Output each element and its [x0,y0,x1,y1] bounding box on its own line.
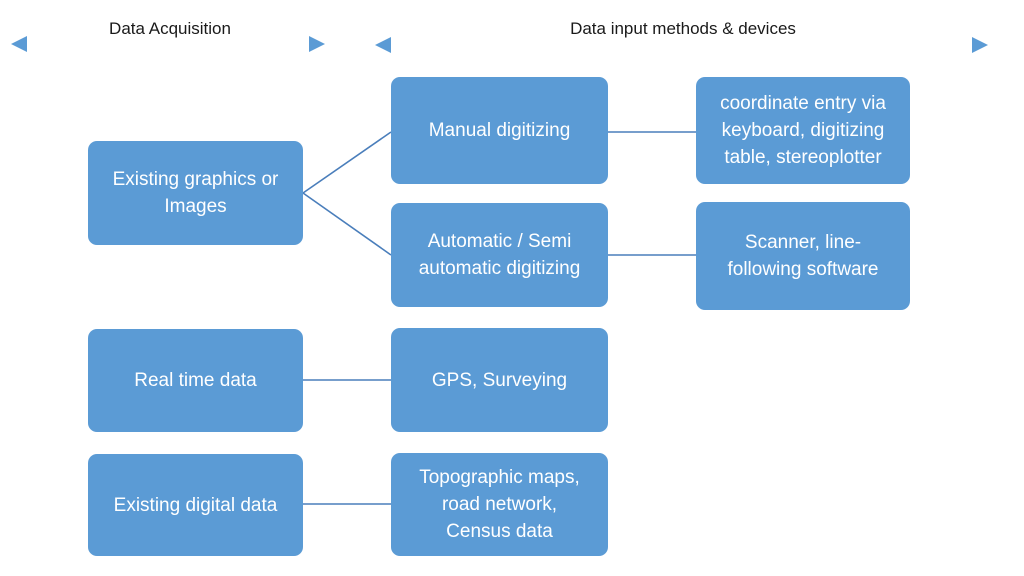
node-coordinate-entry[interactable]: coordinate entry via keyboard, digitizin… [696,77,910,184]
node-manual-digitizing[interactable]: Manual digitizing [391,77,608,184]
node-existing-digital-data[interactable]: Existing digital data [88,454,303,556]
node-real-time-data[interactable]: Real time data [88,329,303,432]
node-label-scanner-line-following-software: Scanner, line- following software [727,232,879,280]
node-scanner-line-following-software[interactable]: Scanner, line- following software [696,202,910,310]
node-label-topographic-maps: Topographic maps, road network, Census d… [419,467,580,542]
node-topographic-maps[interactable]: Topographic maps, road network, Census d… [391,453,608,556]
node-label-coordinate-entry: coordinate entry via keyboard, digitizin… [720,93,886,168]
node-label-existing-graphics-or-images: Existing graphics or Images [112,169,279,217]
node-label-manual-digitizing: Manual digitizing [428,120,571,141]
node-gps-surveying[interactable]: GPS, Surveying [391,328,608,432]
node-label-real-time-data: Real time data [134,370,257,391]
node-connector-group [302,131,696,505]
node-automatic-semi-automatic-digitizing[interactable]: Automatic / Semi automatic digitizing [391,203,608,307]
diagram-canvas: Data Acquisition Data input methods & dev… [0,0,1024,576]
scope-arrow-group [11,36,988,53]
node-label-existing-digital-data: Existing digital data [113,494,278,516]
section-header-data-acquisition: Data Acquisition [109,19,231,38]
node-label-automatic-semi-automatic-digitizing: Automatic / Semi automatic digitizing [418,231,581,279]
section-header-data-input-methods: Data input methods & devices [570,19,796,38]
node-existing-graphics-or-images[interactable]: Existing graphics or Images [88,141,303,245]
connector-graphics-to-manual [302,131,392,194]
connector-graphics-to-automatic [302,192,392,256]
node-label-gps-surveying: GPS, Surveying [431,369,568,391]
